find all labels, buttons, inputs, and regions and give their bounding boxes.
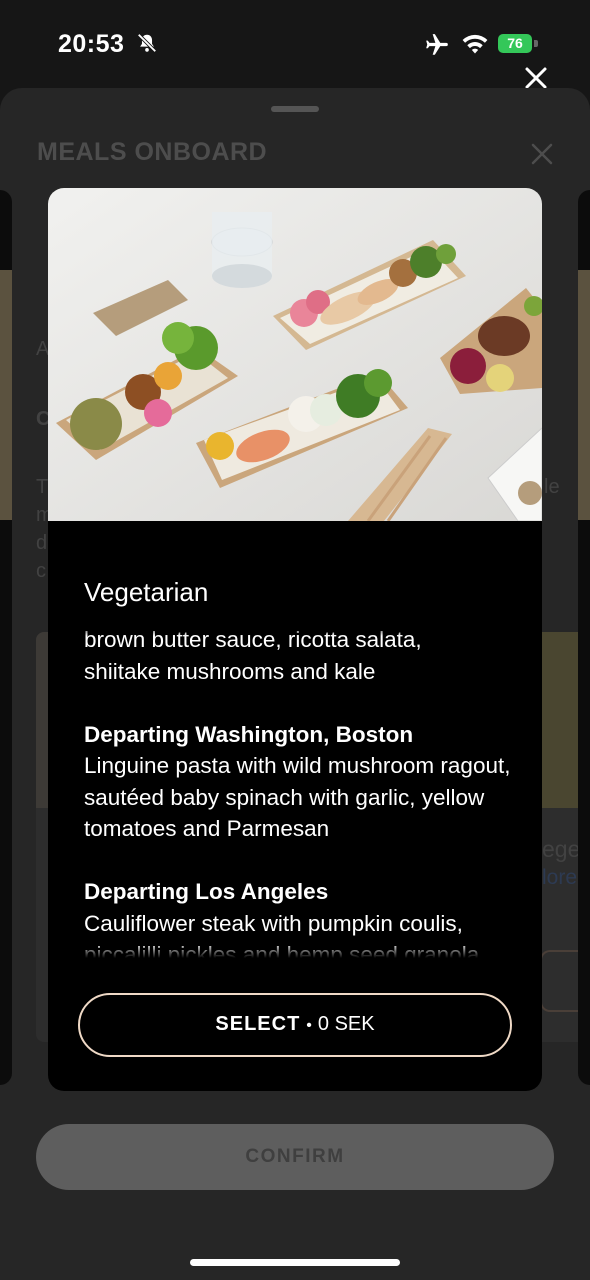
bg-link-fragment: lore bbox=[542, 866, 578, 889]
select-meal-button[interactable]: SELECT • 0 SEK bbox=[78, 993, 512, 1057]
bg-text-fragment: d bbox=[36, 532, 48, 554]
bg-text-fragment: c bbox=[36, 560, 46, 582]
meal-detail-card: Vegetarian brown butter sauce, ricotta s… bbox=[48, 188, 542, 1091]
prev-meal-card[interactable] bbox=[0, 190, 12, 1085]
departure-heading: Departing Washington, Boston bbox=[84, 721, 414, 747]
bg-text-fragment: T bbox=[36, 476, 49, 498]
bg-text-fragment: ege bbox=[542, 836, 581, 862]
bell-slash-icon bbox=[137, 33, 157, 53]
price-separator: • bbox=[306, 1017, 312, 1034]
description-text: shiitake mushrooms and kale bbox=[84, 658, 376, 684]
next-meal-card[interactable] bbox=[578, 190, 590, 1085]
sheet-grabber[interactable] bbox=[271, 106, 319, 112]
departure-heading: Departing Los Angeles bbox=[84, 879, 329, 904]
home-indicator[interactable] bbox=[190, 1259, 400, 1266]
battery-indicator: 76 bbox=[498, 34, 538, 53]
status-time: 20:53 bbox=[58, 30, 125, 58]
meal-price: 0 SEK bbox=[317, 1013, 375, 1035]
departure-description: Linguine pasta with wild mushroom ragout… bbox=[84, 753, 511, 841]
wifi-icon bbox=[462, 34, 488, 54]
confirm-button[interactable]: CONFIRM bbox=[36, 1124, 554, 1190]
meal-description[interactable]: brown butter sauce, ricotta salata, shii… bbox=[84, 624, 514, 958]
meal-title: Vegetarian bbox=[84, 577, 209, 607]
meal-photo bbox=[48, 188, 542, 521]
sheet-title: MEALS ONBOARD bbox=[37, 138, 268, 166]
select-label: SELECT bbox=[215, 1013, 301, 1035]
airplane-icon bbox=[426, 34, 448, 55]
sheet-close-icon[interactable] bbox=[528, 140, 556, 168]
battery-level: 76 bbox=[498, 34, 532, 53]
status-bar: 20:53 76 bbox=[0, 0, 590, 89]
bg-text-fragment: le bbox=[544, 476, 560, 498]
